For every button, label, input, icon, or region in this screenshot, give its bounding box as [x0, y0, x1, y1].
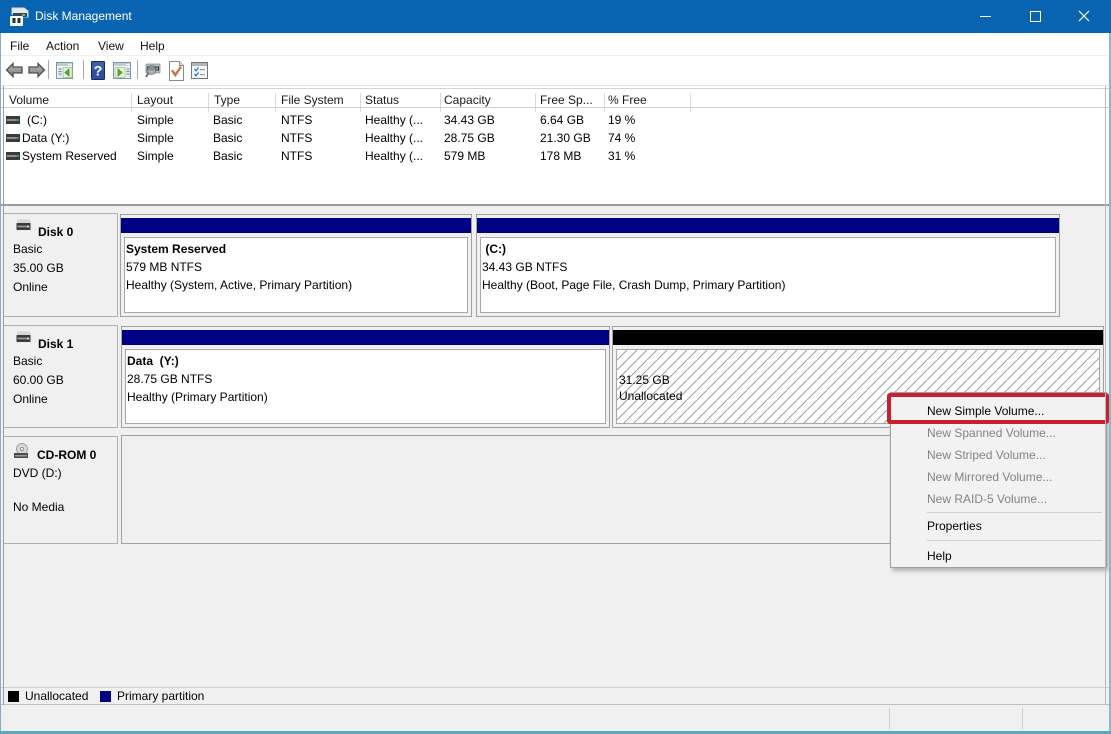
svg-text:?: ?: [94, 63, 103, 79]
